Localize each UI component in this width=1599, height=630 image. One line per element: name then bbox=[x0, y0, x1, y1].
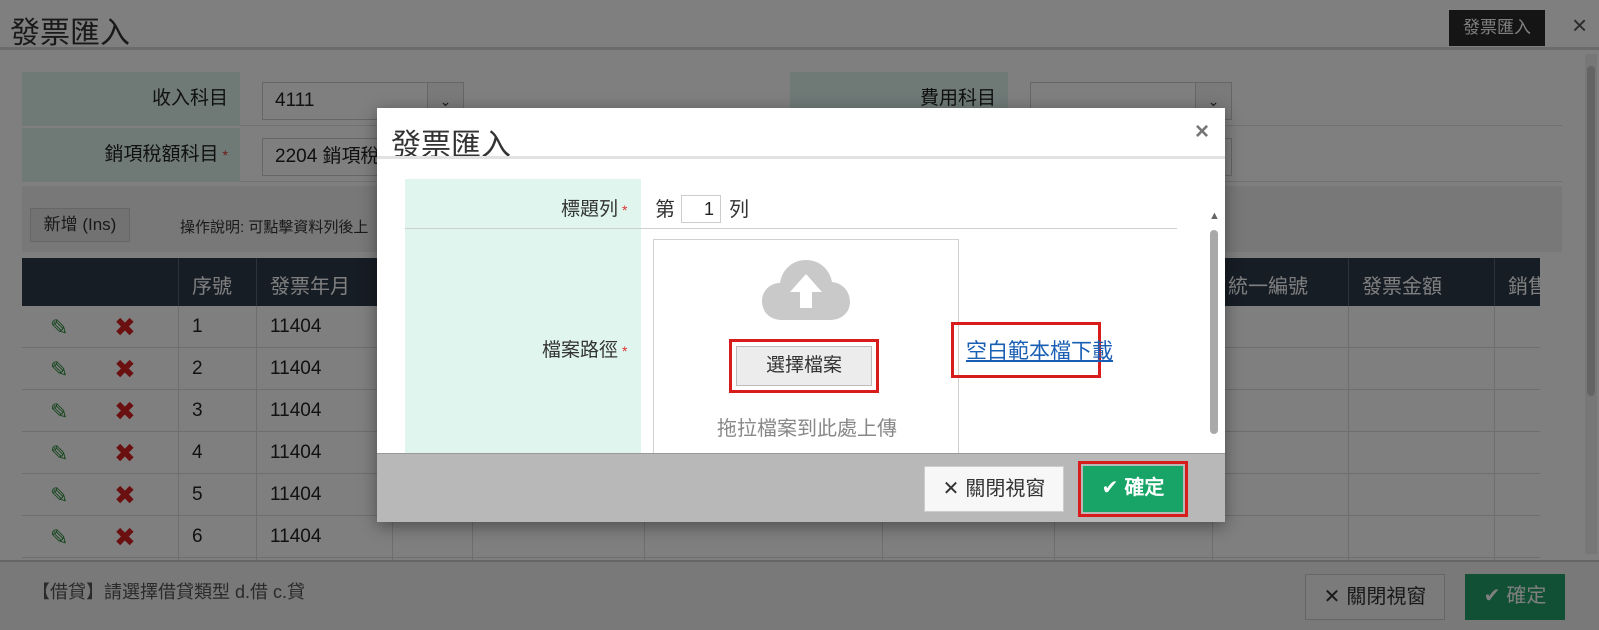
choose-file-button[interactable]: 選擇檔案 bbox=[729, 339, 879, 393]
header-row-field bbox=[405, 179, 1177, 229]
file-path-label: 檔案路徑 * bbox=[542, 340, 628, 361]
modal-footer: ✕ 關閉視窗 ✔ 確定 bbox=[377, 453, 1225, 522]
file-dropzone[interactable]: 選擇檔案 拖拉檔案到此處上傳 bbox=[653, 239, 959, 453]
header-row-suffix: 列 bbox=[729, 199, 749, 221]
close-window-button[interactable]: ✕關閉視窗 bbox=[924, 466, 1064, 512]
close-icon[interactable]: × bbox=[1195, 118, 1209, 146]
close-icon: ✕ bbox=[942, 478, 960, 500]
cloud-upload-icon bbox=[762, 260, 850, 320]
header-row-label: 標題列 * bbox=[561, 199, 628, 220]
modal-body: 標題列 * 第 1 列 檔案路徑 * 選擇檔案 拖拉檔案到此處上傳 空白範本檔下載 … bbox=[377, 159, 1225, 453]
header-row-prefix: 第 bbox=[655, 199, 675, 221]
scroll-up-icon[interactable]: ▲ bbox=[1209, 210, 1220, 222]
drop-hint: 拖拉檔案到此處上傳 bbox=[717, 418, 897, 440]
modal-scrollbar[interactable]: ▲ ▼ bbox=[1207, 210, 1221, 453]
import-modal: 發票匯入 × 標題列 * 第 1 列 檔案路徑 * 選擇檔案 拖拉檔案到此處上傳 空… bbox=[377, 108, 1225, 522]
check-icon: ✔ bbox=[1101, 477, 1119, 499]
confirm-button[interactable]: ✔確定 bbox=[1078, 461, 1188, 517]
scroll-thumb[interactable] bbox=[1210, 230, 1218, 434]
template-download-link[interactable]: 空白範本檔下載 bbox=[951, 322, 1113, 378]
header-row-input[interactable]: 1 bbox=[681, 195, 721, 223]
